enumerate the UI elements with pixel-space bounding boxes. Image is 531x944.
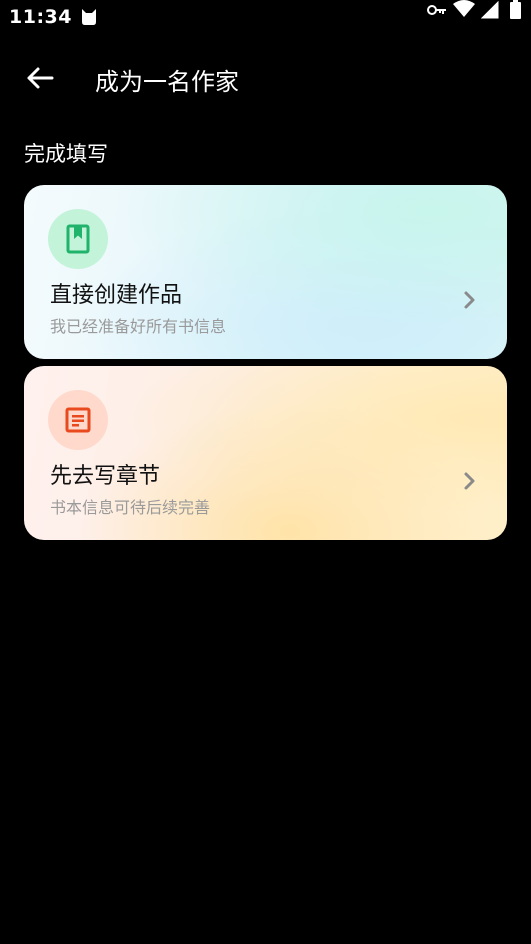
card-icon-circle — [48, 209, 108, 269]
cat-notification-icon — [82, 9, 96, 25]
page-title: 成为一名作家 — [95, 68, 239, 96]
screen: 11:34 成为一名作家 完成填写 直接创建作品 我已经准备好所有书信息 先去写… — [0, 0, 531, 944]
card-title: 先去写章节 — [50, 464, 161, 489]
card-icon-circle — [48, 390, 108, 450]
vpn-key-icon — [427, 5, 446, 15]
create-work-card[interactable]: 直接创建作品 我已经准备好所有书信息 — [24, 185, 507, 359]
arrow-left-icon — [27, 67, 54, 89]
document-lines-icon — [65, 407, 91, 433]
card-subtitle: 我已经准备好所有书信息 — [50, 317, 227, 336]
status-time: 11:34 — [9, 6, 72, 28]
battery-icon — [510, 0, 521, 19]
back-button[interactable] — [20, 58, 60, 98]
app-bar: 成为一名作家 — [0, 48, 531, 108]
chevron-right-icon — [464, 472, 475, 490]
chevron-right-icon — [464, 291, 475, 309]
bookmark-book-icon — [66, 224, 90, 254]
card-title: 直接创建作品 — [50, 283, 183, 308]
card-subtitle: 书本信息可待后续完善 — [50, 498, 211, 517]
section-label: 完成填写 — [24, 142, 108, 166]
wifi-icon — [453, 0, 475, 17]
write-chapter-card[interactable]: 先去写章节 书本信息可待后续完善 — [24, 366, 507, 540]
status-bar: 11:34 — [0, 0, 531, 36]
signal-icon — [481, 1, 499, 19]
